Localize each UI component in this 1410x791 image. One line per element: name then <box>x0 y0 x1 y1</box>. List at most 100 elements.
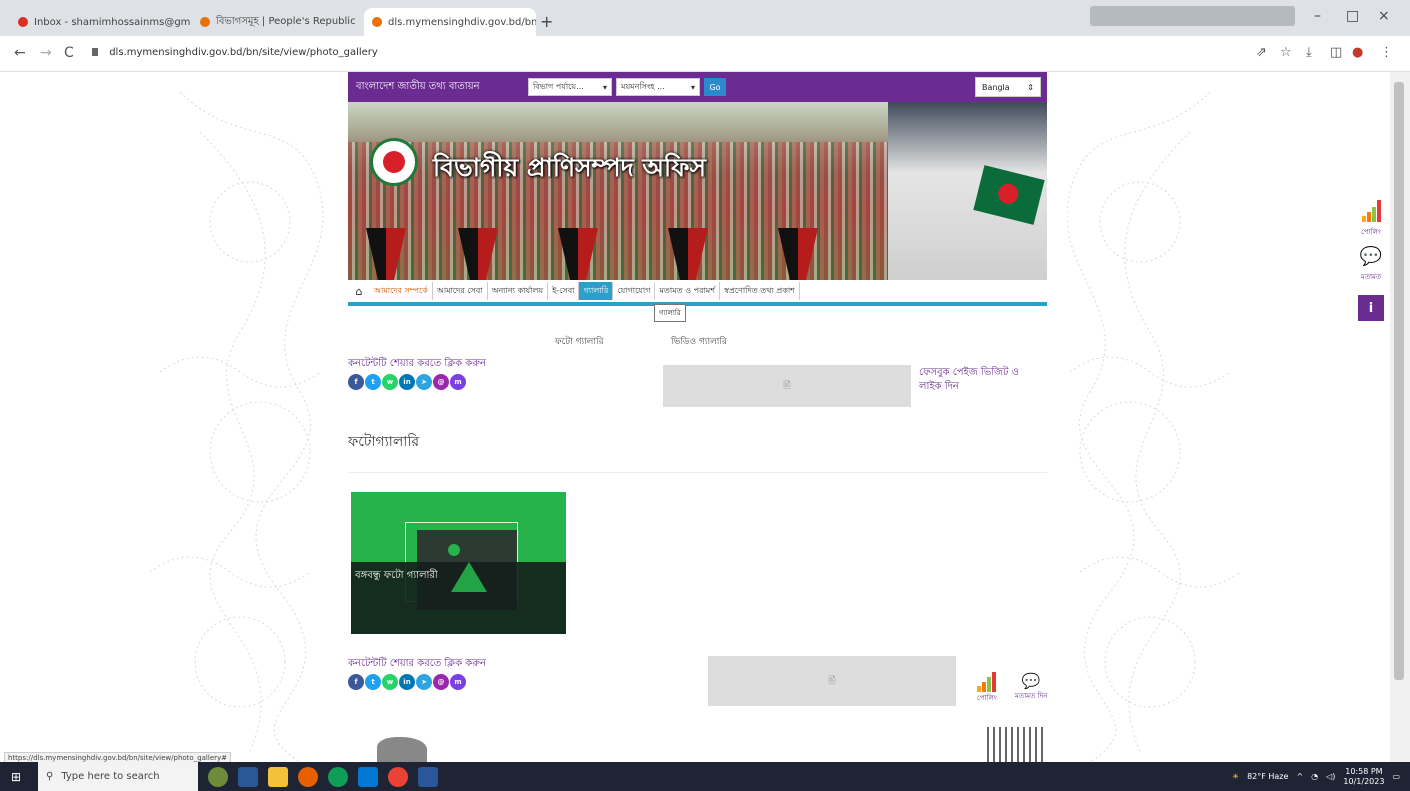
clock-date: 10/1/2023 <box>1343 776 1385 786</box>
network-icon[interactable]: ◔ <box>1311 772 1318 781</box>
new-tab-button[interactable]: + <box>540 12 553 31</box>
footer-poll-label: পোলিং <box>977 694 997 702</box>
taskbar-search[interactable]: ⚲ Type here to search <box>38 762 198 791</box>
zoom-icon[interactable] <box>358 766 378 787</box>
word-icon[interactable] <box>418 766 438 787</box>
forward-button[interactable]: → <box>40 45 52 61</box>
gallery-caption[interactable]: বঙ্গবন্ধু ফটো গ্যালারী <box>355 568 438 585</box>
email-icon[interactable]: @ <box>433 674 449 690</box>
facebook-page-widget[interactable]: 🖹 <box>663 365 911 407</box>
chevron-down-icon: ▾ <box>690 82 695 92</box>
minimize-button[interactable]: – <box>1314 8 1321 24</box>
photo-gallery-link[interactable]: ফটো গ্যালারি <box>555 334 604 349</box>
menu-icon[interactable]: ⋮ <box>1380 45 1393 60</box>
tab-title: Inbox - shamimhossainms@gm <box>34 16 190 28</box>
firefox-icon[interactable] <box>298 766 318 787</box>
lock-icon <box>92 48 98 56</box>
menu-item-contact[interactable]: যোগাযোগ <box>613 282 656 300</box>
facebook-icon[interactable]: f <box>348 374 364 390</box>
menu-item-feedback[interactable]: মতামত ও পরামর্শ <box>655 282 720 300</box>
background-pattern-right <box>1066 91 1241 762</box>
banner-flags <box>348 222 888 280</box>
url-field[interactable]: dls.mymensinghdiv.gov.bd/bn/site/view/ph… <box>92 47 378 58</box>
footer-feedback[interactable]: 💬 মতামত দিন <box>1015 672 1047 702</box>
clock[interactable]: 10:58 PM 10/1/2023 <box>1343 767 1384 787</box>
download-icon[interactable]: ⤓ <box>1306 45 1312 60</box>
messenger-icon[interactable]: m <box>450 374 466 390</box>
chrome-icon[interactable] <box>388 766 408 787</box>
tray-chevron-icon[interactable]: ^ <box>1296 772 1303 781</box>
reload-button[interactable]: C <box>64 45 74 61</box>
language-select[interactable]: Bangla ⇕ <box>975 77 1041 97</box>
windows-start-icon[interactable]: ⊞ <box>4 762 28 791</box>
notification-icon[interactable]: ▭ <box>1392 772 1400 781</box>
facebook-icon[interactable]: f <box>348 674 364 690</box>
linkedin-icon[interactable]: in <box>399 374 415 390</box>
messenger-icon[interactable]: m <box>450 674 466 690</box>
office-title: বিভাগীয় প্রাণিসম্পদ অফিস <box>433 153 706 182</box>
linkedin-icon[interactable]: in <box>399 674 415 690</box>
sidebar-icon[interactable]: ◫ <box>1330 45 1342 60</box>
go-button[interactable]: Go <box>704 78 726 96</box>
twitter-icon[interactable]: t <box>365 674 381 690</box>
twitter-icon[interactable]: t <box>365 374 381 390</box>
weather-icon[interactable]: ☀ <box>1232 772 1239 781</box>
close-window-button[interactable]: × <box>1378 8 1390 24</box>
side-feedback-label[interactable]: মতামত <box>1352 271 1390 283</box>
maximize-button[interactable]: □ <box>1346 8 1359 24</box>
whatsapp-icon[interactable]: w <box>382 374 398 390</box>
share-label: কনটেন্টটি শেয়ার করতে ক্লিক করুন <box>348 358 486 369</box>
feedback-icon[interactable]: 💬 <box>1352 246 1390 267</box>
news-widget-icon[interactable] <box>208 766 228 787</box>
menu-item-other-offices[interactable]: অন্যান্য কার্যালয় <box>488 282 549 300</box>
edge-icon[interactable] <box>328 766 348 787</box>
district-select[interactable]: ময়মনসিংহ ... ▾ <box>616 78 700 96</box>
profile-icon[interactable]: ● <box>1352 45 1363 60</box>
telegram-icon[interactable]: ➤ <box>416 674 432 690</box>
back-button[interactable]: ← <box>14 45 26 61</box>
gmail-icon <box>18 17 28 27</box>
share-label-bottom: কনটেন্টটি শেয়ার করতে ক্লিক করুন <box>348 658 486 669</box>
menu-item-proactive-disclosure[interactable]: স্বপ্রণোদিত তথ্য প্রকাশ <box>720 282 800 300</box>
info-icon[interactable]: i <box>1358 295 1384 321</box>
scrollbar-thumb[interactable] <box>1394 82 1404 680</box>
footer-poll[interactable]: পোলিং <box>977 672 997 704</box>
scrollbar[interactable] <box>1390 72 1410 762</box>
portal-name[interactable]: বাংলাদেশ জাতীয় তথ্য বাতায়ন <box>356 79 528 96</box>
close-icon[interactable]: × <box>356 16 363 29</box>
weather-text[interactable]: 82°F Haze <box>1247 772 1288 781</box>
tab-bangladesh-portal[interactable]: বিভাগসমূহ | People's Republic × <box>192 8 362 36</box>
background-pattern-left <box>149 91 324 762</box>
image-placeholder-mountain <box>451 562 487 592</box>
whatsapp-icon[interactable]: w <box>382 674 398 690</box>
file-explorer-icon[interactable] <box>268 766 288 787</box>
page-title: ফটোগ্যালারি <box>348 434 420 450</box>
tab-dls[interactable]: dls.mymensinghdiv.gov.bd/bn/ × <box>364 8 536 36</box>
menu-item-gallery[interactable]: গ্যালারি <box>579 282 614 300</box>
main-menu: ⌂ আমাদের সম্পর্কে আমাদের সেবা অন্যান্য ক… <box>348 280 1047 306</box>
volume-icon[interactable]: ◁) <box>1326 772 1335 781</box>
division-select[interactable]: বিভাগ পর্যায়ে... ▾ <box>528 78 612 96</box>
menu-item-eservice[interactable]: ই-সেবা <box>548 282 580 300</box>
header-banner: বিভাগীয় প্রাণিসম্পদ অফিস <box>348 102 1047 280</box>
facebook-page-widget-bottom[interactable]: 🖹 <box>708 656 956 706</box>
share-icon[interactable]: ⇗ <box>1256 45 1267 60</box>
gallery-card[interactable]: বঙ্গবন্ধু ফটো গ্যালারী <box>351 492 566 634</box>
task-view-icon[interactable] <box>238 766 258 787</box>
facebook-page-label[interactable]: ফেসবুক পেইজ ভিজিট ও লাইক দিন <box>919 366 1041 394</box>
menu-item-services[interactable]: আমাদের সেবা <box>433 282 488 300</box>
video-gallery-link[interactable]: ভিডিও গ্যালারি <box>671 334 727 349</box>
star-icon[interactable]: ☆ <box>1280 45 1292 60</box>
poll-icon[interactable] <box>1352 200 1390 222</box>
home-icon[interactable]: ⌂ <box>348 285 370 298</box>
tab-title: বিভাগসমূহ | People's Republic <box>216 15 356 27</box>
side-poll-label[interactable]: পোলিং <box>1352 226 1390 238</box>
tree-illustration <box>377 737 427 762</box>
menu-item-about[interactable]: আমাদের সম্পর্কে <box>370 282 433 300</box>
tab-gmail[interactable]: Inbox - shamimhossainms@gm × <box>10 8 190 36</box>
government-logo[interactable] <box>370 138 418 186</box>
email-icon[interactable]: @ <box>433 374 449 390</box>
site-page: বাংলাদেশ জাতীয় তথ্য বাতায়ন বিভাগ পর্যা… <box>327 72 1067 762</box>
telegram-icon[interactable]: ➤ <box>416 374 432 390</box>
taskbar-search-placeholder: Type here to search <box>61 771 160 782</box>
